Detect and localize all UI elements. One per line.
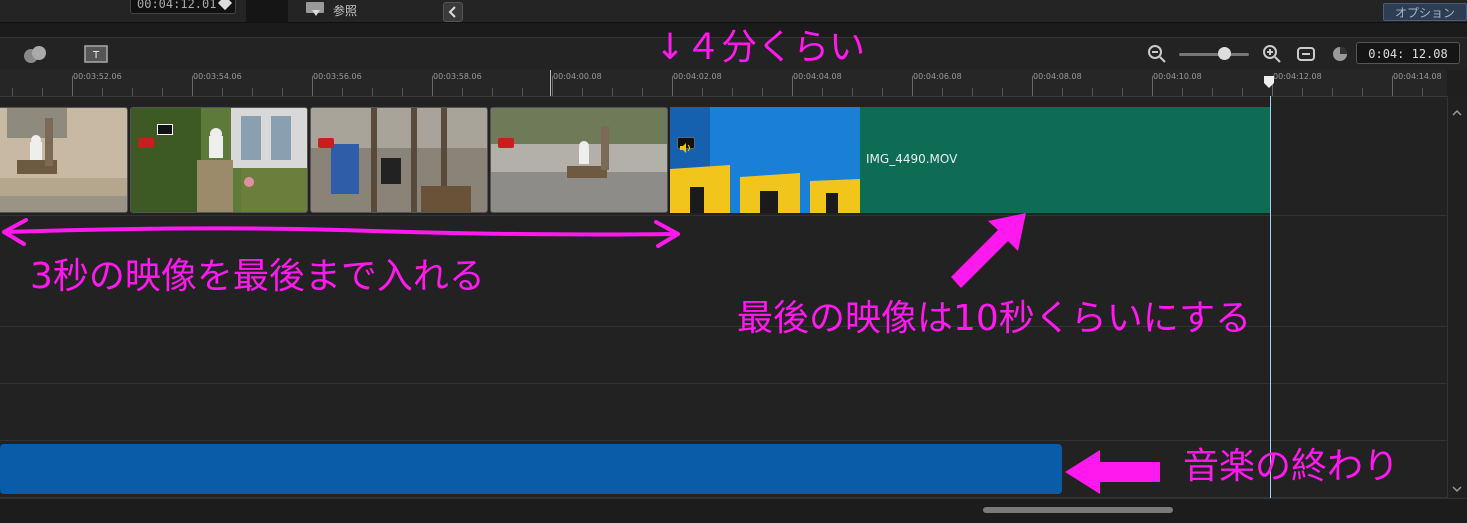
clip-thumbnail-image <box>0 108 127 212</box>
timeline-timecode[interactable]: 0:04: 12.08 <box>1356 42 1460 64</box>
ruler-minor-tick <box>642 88 643 96</box>
ruler-tick-label: 00:03:54.06 <box>193 72 242 81</box>
ruler-tick-label: 00:04:00.08 <box>553 72 602 81</box>
track-overlay-icon[interactable] <box>22 44 52 64</box>
voice-track[interactable] <box>0 384 1447 441</box>
video-clip-thumbnail[interactable] <box>130 107 308 213</box>
clip-thumbnail-image <box>491 108 667 212</box>
ruler-tick-label: 00:04:06.08 <box>913 72 962 81</box>
clock-icon[interactable] <box>1330 44 1350 64</box>
music-clip[interactable] <box>0 444 1062 494</box>
ruler-minor-tick <box>372 88 373 96</box>
ruler-minor-tick <box>102 88 103 96</box>
video-clip-thumbnail[interactable] <box>310 107 488 213</box>
ruler-minor-tick <box>822 88 823 96</box>
ruler-minor-tick <box>1092 88 1093 96</box>
zoom-slider-track[interactable] <box>1179 53 1249 56</box>
ruler-tick-label: 00:03:56.06 <box>313 72 362 81</box>
ruler-minor-tick <box>1212 88 1213 96</box>
ruler-minor-tick <box>762 88 763 96</box>
ruler-tick-label: 00:03:52.06 <box>73 72 122 81</box>
fit-to-window-icon[interactable] <box>1296 44 1316 64</box>
video-clip-thumbnail[interactable] <box>0 107 128 213</box>
browse-folder-icon[interactable] <box>305 1 327 17</box>
zoom-out-icon[interactable] <box>1147 44 1167 64</box>
ruler-minor-tick <box>1182 88 1183 96</box>
chevron-left-icon <box>448 6 456 18</box>
vertical-scrollbar[interactable] <box>1447 96 1467 498</box>
ruler-tick-label: 00:04:04.08 <box>793 72 842 81</box>
ruler-minor-tick <box>222 88 223 96</box>
scroll-up-icon[interactable] <box>1452 108 1462 118</box>
annotation-four-minutes: ↓４分くらい <box>655 27 866 68</box>
ruler-minor-tick <box>492 88 493 96</box>
horizontal-scrollbar[interactable] <box>0 498 1467 523</box>
ruler-tick-label: 00:04:14.08 <box>1393 72 1442 81</box>
ruler-minor-tick <box>1062 88 1063 96</box>
ruler-tick-label: 00:04:12.08 <box>1273 72 1322 81</box>
ruler-minor-tick <box>882 88 883 96</box>
ruler-minor-tick <box>972 88 973 96</box>
ruler-tick-label: 00:04:02.08 <box>673 72 722 81</box>
ruler-tick-label: 00:03:58.06 <box>433 72 482 81</box>
ruler-minor-tick <box>1362 88 1363 96</box>
annotation-last-video: 最後の映像は10秒くらいにする <box>737 298 1252 339</box>
playhead-line[interactable] <box>1270 96 1271 498</box>
annotation-three-seconds: 3秒の映像を最後まで入れる <box>30 256 485 297</box>
clip-name-label: IMG_4490.MOV <box>866 152 958 166</box>
annotation-music-end: 音楽の終わり <box>1183 446 1400 487</box>
ruler-minor-tick <box>462 88 463 96</box>
ruler-minor-tick <box>342 88 343 96</box>
ruler-tick-label: 00:04:08.08 <box>1033 72 1082 81</box>
ruler-minor-tick <box>1242 88 1243 96</box>
clip-thumbnail-image <box>311 108 487 212</box>
browse-button-label[interactable]: 参照 <box>333 2 357 19</box>
ruler-minor-tick <box>12 88 13 96</box>
ruler-minor-tick <box>522 88 523 96</box>
ruler-minor-tick <box>1302 88 1303 96</box>
video-clip-thumbnail[interactable] <box>490 107 668 213</box>
ruler-marker-line <box>550 70 551 96</box>
ruler-minor-tick <box>732 88 733 96</box>
ruler-minor-tick <box>282 88 283 96</box>
ruler-minor-tick <box>252 88 253 96</box>
ruler-minor-tick <box>402 88 403 96</box>
svg-text:T: T <box>92 50 100 61</box>
audio-on-icon <box>677 137 695 153</box>
zoom-in-icon[interactable] <box>1262 44 1282 64</box>
ruler-minor-tick <box>582 88 583 96</box>
playhead-handle-icon[interactable] <box>1263 76 1275 88</box>
horizontal-scroll-thumb[interactable] <box>983 507 1173 513</box>
ruler-minor-tick <box>1122 88 1123 96</box>
zoom-slider-handle[interactable] <box>1218 47 1231 60</box>
ruler-minor-tick <box>852 88 853 96</box>
clip-thumbnail-image <box>670 107 860 213</box>
muted-audio-icon <box>318 138 334 148</box>
video-clip-thumbnail[interactable] <box>670 107 860 213</box>
ruler-minor-tick <box>1332 88 1333 96</box>
ruler-minor-tick <box>132 88 133 96</box>
title-track-icon[interactable]: T <box>84 45 108 63</box>
scroll-down-icon[interactable] <box>1452 484 1462 494</box>
ruler-tick-label: 00:04:10.08 <box>1153 72 1202 81</box>
muted-audio-icon <box>498 138 514 148</box>
ruler-minor-tick <box>42 88 43 96</box>
panel-divider <box>246 0 288 22</box>
collapse-panel-button[interactable] <box>443 2 463 22</box>
options-button[interactable]: オプション <box>1383 3 1467 21</box>
ruler-minor-tick <box>702 88 703 96</box>
caption-icon <box>157 124 173 135</box>
ruler-minor-tick <box>1002 88 1003 96</box>
ruler-minor-tick <box>942 88 943 96</box>
ruler-minor-tick <box>1422 88 1423 96</box>
muted-audio-icon <box>138 138 154 148</box>
ruler-minor-tick <box>162 88 163 96</box>
ruler-minor-tick <box>612 88 613 96</box>
